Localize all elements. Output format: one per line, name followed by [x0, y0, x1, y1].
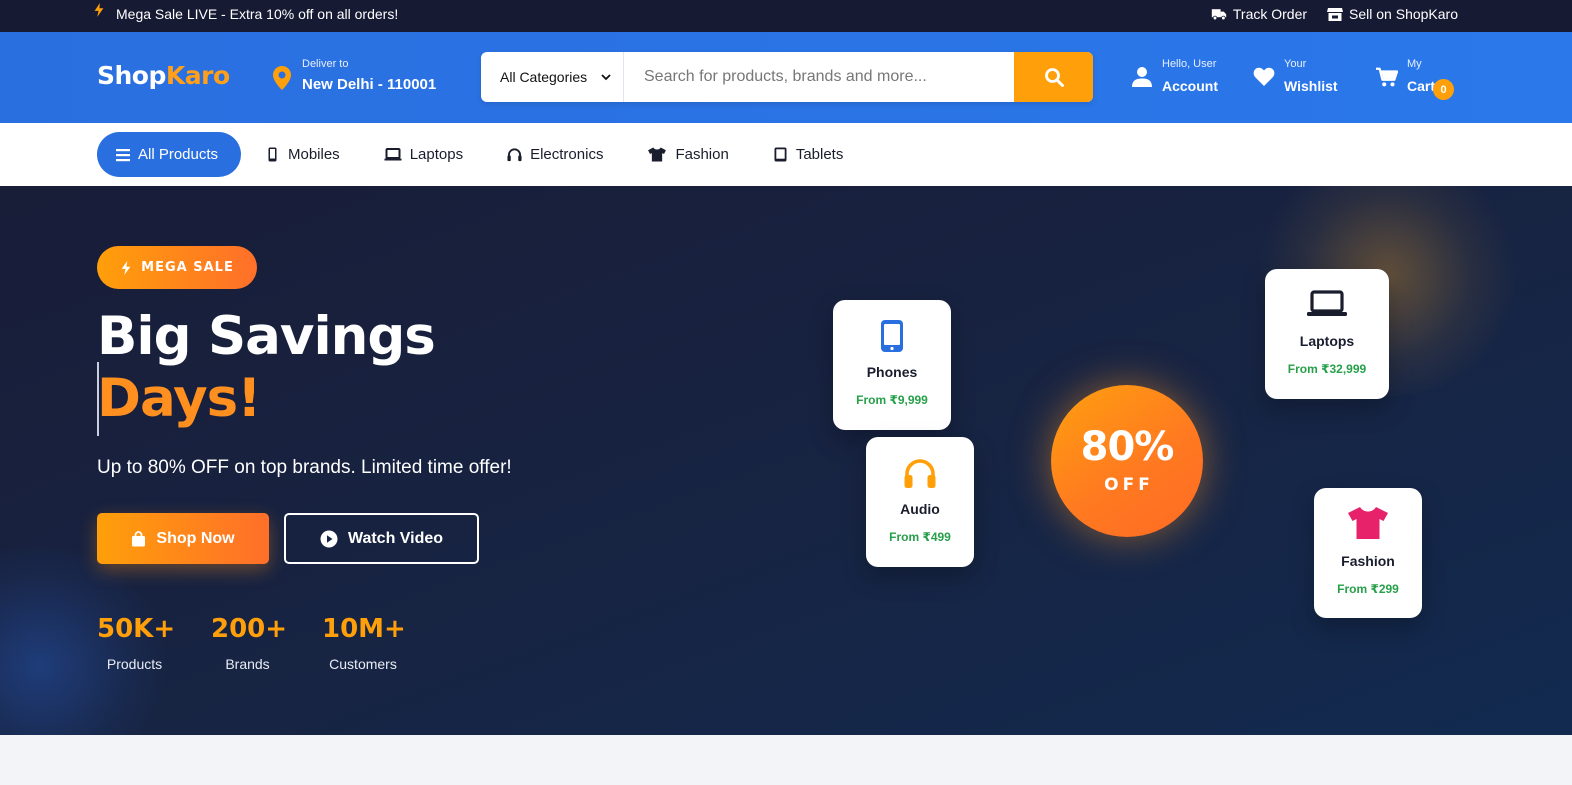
card-title: Laptops	[1299, 333, 1355, 349]
badge-text: MEGA SALE	[141, 260, 234, 275]
menu-icon	[116, 148, 130, 161]
account-menu[interactable]: Hello, User Account	[1131, 56, 1218, 94]
stat-value: 10M+	[322, 614, 406, 644]
discount-circle: 80% OFF	[1051, 385, 1203, 537]
discount-word: OFF	[1104, 475, 1154, 495]
account-greeting: Hello, User	[1162, 58, 1217, 70]
search-icon	[1044, 68, 1064, 87]
bolt-icon	[94, 2, 104, 17]
stat-label: Customers	[329, 656, 397, 672]
card-title: Audio	[900, 501, 940, 517]
track-order-link[interactable]: Track Order	[1211, 6, 1307, 22]
hero-title-line1: Big Savings	[97, 306, 436, 367]
card-title: Fashion	[1341, 553, 1395, 569]
wishlist-label: Wishlist	[1284, 78, 1338, 94]
watch-video-button[interactable]: Watch Video	[284, 513, 479, 564]
watch-video-label: Watch Video	[347, 529, 444, 547]
cart-label: Cart	[1407, 78, 1436, 94]
deliver-location[interactable]: Deliver to New Delhi - 110001	[273, 54, 436, 93]
laptop-icon	[1307, 290, 1347, 316]
logo[interactable]: ShopKaro	[97, 63, 230, 88]
truck-icon	[1211, 8, 1227, 20]
sell-link[interactable]: Sell on ShopKaro	[1327, 6, 1458, 22]
mobile-icon	[881, 320, 903, 352]
tshirt-icon	[1348, 507, 1388, 539]
cart-count-badge: 0	[1433, 79, 1454, 100]
card-price: From ₹499	[889, 530, 951, 544]
shop-now-button[interactable]: Shop Now	[97, 513, 269, 564]
nav-laptops[interactable]: Laptops	[384, 132, 463, 177]
tshirt-icon	[648, 147, 667, 162]
mega-sale-badge: MEGA SALE	[97, 246, 257, 289]
stat-value: 50K+	[97, 614, 176, 644]
promo-text: Mega Sale LIVE - Extra 10% off on all or…	[116, 5, 399, 22]
account-label: Account	[1162, 78, 1218, 94]
nav-fashion-label: Fashion	[675, 146, 729, 163]
wishlist-link[interactable]: Your Wishlist	[1253, 56, 1338, 94]
card-title: Phones	[866, 364, 918, 380]
nav-fashion[interactable]: Fashion	[647, 132, 729, 177]
search-bar: All Categories	[481, 52, 1093, 102]
category-card-laptops[interactable]: Laptops From ₹32,999	[1265, 269, 1389, 399]
nav-electronics-label: Electronics	[530, 146, 604, 163]
laptop-icon	[384, 148, 402, 161]
nav-electronics[interactable]: Electronics	[507, 132, 603, 177]
nav-all-products-label: All Products	[138, 146, 219, 163]
heart-icon	[1253, 67, 1275, 86]
shopping-bag-icon	[132, 530, 146, 546]
headphones-icon	[904, 459, 936, 488]
cart-icon	[1376, 67, 1398, 87]
stat-value: 200+	[211, 614, 288, 644]
headphones-icon	[507, 148, 522, 162]
chevron-down-icon	[601, 74, 611, 81]
category-card-audio[interactable]: Audio From ₹499	[866, 437, 974, 567]
stat-products: 50K+ Products	[97, 614, 176, 672]
nav-all-products[interactable]: All Products	[97, 132, 241, 177]
deliver-label: Deliver to	[302, 58, 349, 70]
store-icon	[1327, 7, 1344, 21]
cart-small-label: My	[1407, 58, 1422, 70]
track-order-label: Track Order	[1232, 5, 1308, 22]
search-input[interactable]	[624, 52, 1014, 102]
bolt-icon	[121, 260, 131, 275]
card-price: From ₹299	[1337, 582, 1399, 596]
cart-link[interactable]: My Cart	[1376, 56, 1435, 94]
discount-percent: 80%	[1080, 424, 1175, 470]
nav-mobiles[interactable]: Mobiles	[265, 132, 340, 177]
nav-tablets[interactable]: Tablets	[773, 132, 844, 177]
promo-message: Mega Sale LIVE - Extra 10% off on all or…	[92, 0, 398, 27]
shop-now-label: Shop Now	[156, 529, 235, 547]
wishlist-small-label: Your	[1284, 58, 1307, 70]
main-header: ShopKaro Deliver to New Delhi - 110001 A…	[0, 32, 1572, 123]
logo-part-2: Karo	[165, 61, 230, 90]
deliver-location-text: New Delhi - 110001	[302, 76, 437, 93]
category-select[interactable]: All Categories	[481, 52, 624, 102]
hero-banner: MEGA SALE Big Savings Days! Up to 80% OF…	[0, 186, 1572, 735]
stat-brands: 200+ Brands	[211, 614, 288, 672]
play-circle-icon	[320, 530, 338, 547]
category-card-fashion[interactable]: Fashion From ₹299	[1314, 488, 1422, 618]
category-select-value: All Categories	[500, 69, 588, 85]
nav-tablets-label: Tablets	[795, 146, 844, 163]
top-bar: Mega Sale LIVE - Extra 10% off on all or…	[0, 0, 1572, 32]
search-button[interactable]	[1014, 52, 1093, 102]
mobile-icon	[268, 147, 277, 162]
hero-subtitle: Up to 80% OFF on top brands. Limited tim…	[97, 457, 512, 478]
nav-mobiles-label: Mobiles	[288, 146, 340, 163]
stat-customers: 10M+ Customers	[322, 614, 406, 672]
sell-label: Sell on ShopKaro	[1349, 5, 1458, 22]
card-price: From ₹32,999	[1287, 362, 1367, 376]
location-pin-icon	[273, 66, 291, 90]
stat-label: Products	[106, 656, 163, 672]
category-card-phones[interactable]: Phones From ₹9,999	[833, 300, 951, 430]
card-price: From ₹9,999	[856, 393, 928, 407]
user-icon	[1132, 67, 1152, 87]
nav-laptops-label: Laptops	[409, 146, 464, 163]
hero-title-line2: Days!	[97, 368, 261, 429]
logo-part-1: Shop	[97, 61, 166, 90]
tablet-icon	[774, 147, 787, 162]
text-cursor	[97, 362, 99, 436]
stat-label: Brands	[225, 656, 270, 672]
category-nav: All Products Mobiles Laptops Electronics…	[0, 123, 1572, 186]
